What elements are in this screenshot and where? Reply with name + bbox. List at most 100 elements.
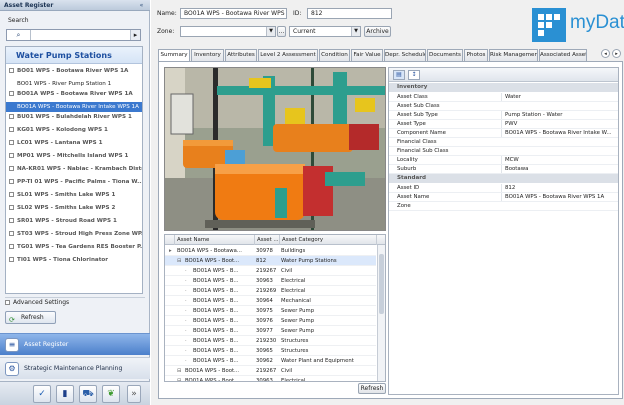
column-asset-id[interactable]: Asset ... — [255, 235, 280, 245]
tree-item[interactable]: ST03 WPS - Stroud High Press Zone WP... — [6, 229, 142, 239]
sort-alpha-icon[interactable]: ↕ — [408, 70, 420, 80]
tree-item[interactable]: TG01 WPS - Tea Gardens RES Booster P... — [6, 242, 142, 252]
tree-item[interactable]: BO01 WPS - Bootawa River WPS 1A — [6, 66, 142, 76]
chevron-down-icon[interactable]: ▼ — [351, 27, 360, 36]
property-row[interactable]: Asset ID 812 — [389, 184, 618, 193]
expand-icon[interactable] — [9, 205, 14, 210]
zone-select[interactable]: ▼ — [180, 26, 276, 37]
zone-lookup-button[interactable]: … — [277, 26, 286, 37]
table-row[interactable]: · BO01A WPS - B... 219267 Civil — [165, 266, 376, 276]
property-row[interactable]: Financial Sub Class — [389, 147, 618, 156]
tree-item[interactable]: SL01 WPS - Smiths Lake WPS 1 — [6, 190, 142, 200]
tree-item[interactable]: PP-TI 01 WPS - Pacific Palms - Tiona W..… — [6, 177, 142, 187]
tree-item[interactable]: KG01 WPS - Kolodong WPS 1 — [6, 125, 142, 135]
tab-depr-schedule[interactable]: Depr. Schedule — [384, 49, 426, 61]
tree-child-item[interactable]: BO01A WPS - Bootawa River Intake WPS 1A — [6, 102, 142, 112]
expand-icon[interactable]: ⊟ — [177, 376, 184, 381]
asset-tree[interactable]: Water Pump Stations BO01 WPS - Bootawa R… — [5, 46, 143, 294]
nav-strategic-maintenance[interactable]: ⚙ Strategic Maintenance Planning — [0, 357, 150, 379]
collapse-icon[interactable]: « — [137, 1, 146, 10]
checklist-icon[interactable]: ✓ — [33, 385, 51, 403]
property-row[interactable]: Asset Sub Type Pump Station - Water — [389, 111, 618, 120]
chevron-right-icon[interactable]: ▸ — [612, 49, 621, 58]
tree-item[interactable]: SR01 WPS - Stroud Road WPS 1 — [6, 216, 142, 226]
expand-icon[interactable]: ⊟ — [177, 256, 184, 266]
id-field[interactable]: 812 — [307, 8, 392, 19]
expand-icon[interactable] — [9, 179, 14, 184]
property-row[interactable]: Asset Name BO01A WPS - Bootawa River WPS … — [389, 193, 618, 202]
tab-inventory[interactable]: Inventory — [191, 49, 224, 61]
property-row[interactable]: Component Name BO01A WPS - Bootawa River … — [389, 129, 618, 138]
tab-risk-management[interactable]: Risk Management — [489, 49, 538, 61]
property-category[interactable]: Standard — [389, 174, 618, 183]
table-row[interactable]: · BO01A WPS - B... 30962 Water Plant and Eq… — [165, 356, 376, 366]
property-row[interactable]: Suburb Bootawa — [389, 165, 618, 174]
expand-icon[interactable] — [9, 140, 14, 145]
column-asset-category[interactable]: Asset Category — [280, 235, 377, 245]
expand-icon[interactable] — [9, 166, 14, 171]
search-icon[interactable]: ⌕ — [7, 30, 31, 40]
book-icon[interactable]: ▮ — [56, 385, 74, 403]
expand-icon[interactable] — [9, 91, 14, 96]
property-row[interactable]: Financial Class — [389, 138, 618, 147]
table-row[interactable]: · BO01A WPS - B... 30965 Structures — [165, 346, 376, 356]
expand-icon[interactable] — [9, 218, 14, 223]
table-row[interactable]: · BO01A WPS - B... 219230 Structures — [165, 336, 376, 346]
table-row[interactable]: · BO01A WPS - B... 30975 Sewer Pump — [165, 306, 376, 316]
search-input[interactable]: ⌕ ▸ — [6, 29, 141, 41]
expand-icon[interactable]: ⊟ — [177, 366, 184, 376]
table-row[interactable]: ⊟ BO01A WPS - Boot... 219267 Civil — [165, 366, 376, 376]
name-field[interactable]: BO01A WPS - Bootawa River WPS 1A — [180, 8, 287, 19]
more-icon[interactable]: » — [127, 385, 141, 403]
tab-documents[interactable]: Documents — [427, 49, 463, 61]
expand-icon[interactable] — [9, 114, 14, 119]
tree-item[interactable]: BO01A WPS - Bootawa River WPS 1A — [6, 89, 142, 99]
table-row[interactable]: · BO01A WPS - B... 219269 Electrical — [165, 286, 376, 296]
tab-attributes[interactable]: Attributes — [225, 49, 257, 61]
tab-condition[interactable]: Condition — [319, 49, 350, 61]
expand-icon[interactable] — [9, 244, 14, 249]
expand-icon[interactable]: ▸ — [169, 246, 176, 256]
leaf-icon[interactable]: ❦ — [102, 385, 120, 403]
search-go-button[interactable]: ▸ — [130, 30, 140, 40]
grid-refresh-button[interactable]: Refresh — [358, 383, 386, 394]
property-row[interactable]: Asset Class Water — [389, 93, 618, 102]
table-row[interactable]: ⊟ BO01A WPS - Boot... 812 Water Pump Statio… — [165, 256, 376, 266]
expand-icon[interactable] — [9, 192, 14, 197]
tab-photos[interactable]: Photos — [464, 49, 488, 61]
tree-item[interactable]: TI01 WPS - Tiona Chlorinator — [6, 255, 142, 265]
property-grid[interactable]: ▤ ↕ Inventory Asset Class Water Asset Sub C… — [388, 67, 619, 395]
grid-scrollbar[interactable] — [377, 245, 385, 381]
property-row[interactable]: Locality MCW — [389, 156, 618, 165]
tree-item[interactable]: BU01 WPS - Bulahdelah River WPS 1 — [6, 112, 142, 122]
tree-item[interactable]: LC01 WPS - Lantana WPS 1 — [6, 138, 142, 148]
status-select[interactable]: Current ▼ — [289, 26, 361, 37]
expand-icon[interactable] — [9, 231, 14, 236]
tree-item[interactable]: SL02 WPS - Smiths Lake WPS 2 — [6, 203, 142, 213]
archive-button[interactable]: Archive — [364, 26, 391, 37]
tree-item[interactable]: MP01 WPS - Mitchells Island WPS 1 — [6, 151, 142, 161]
table-row[interactable]: ▸ BO01A WPS - Bootawa... 30978 Buildings — [165, 246, 376, 256]
table-row[interactable]: · BO01A WPS - B... 30964 Mechanical — [165, 296, 376, 306]
expand-icon[interactable] — [9, 127, 14, 132]
tree-child-item[interactable]: BO01 WPS - River Pump Station 1 — [6, 79, 142, 89]
tab-fair-value[interactable]: Fair Value — [351, 49, 383, 61]
categorized-icon[interactable]: ▤ — [393, 70, 405, 80]
property-row[interactable]: Asset Sub Class — [389, 102, 618, 111]
property-row[interactable]: Zone — [389, 202, 618, 211]
asset-hierarchy-grid[interactable]: Asset Name Asset ... Asset Category ▸ BO0… — [164, 234, 386, 382]
asset-photo[interactable] — [164, 67, 386, 231]
nav-asset-register[interactable]: ≡ Asset Register — [0, 333, 150, 355]
table-row[interactable]: · BO01A WPS - B... 30977 Sewer Pump — [165, 326, 376, 336]
expand-icon[interactable] — [9, 68, 14, 73]
column-asset-name[interactable]: Asset Name — [175, 235, 255, 245]
refresh-button[interactable]: ⟳ Refresh — [5, 311, 56, 324]
property-category[interactable]: Inventory — [389, 83, 618, 92]
tab-level-2-assessment[interactable]: Level 2 Assessment — [258, 49, 318, 61]
table-row[interactable]: ⊟ BO01A WPS - Boot... 30963 Electrical — [165, 376, 376, 381]
expand-icon[interactable] — [9, 153, 14, 158]
expand-icon[interactable] — [9, 257, 14, 262]
table-row[interactable]: · BO01A WPS - B... 30963 Electrical — [165, 276, 376, 286]
chevron-left-icon[interactable]: ◂ — [601, 49, 610, 58]
table-row[interactable]: · BO01A WPS - B... 30976 Sewer Pump — [165, 316, 376, 326]
